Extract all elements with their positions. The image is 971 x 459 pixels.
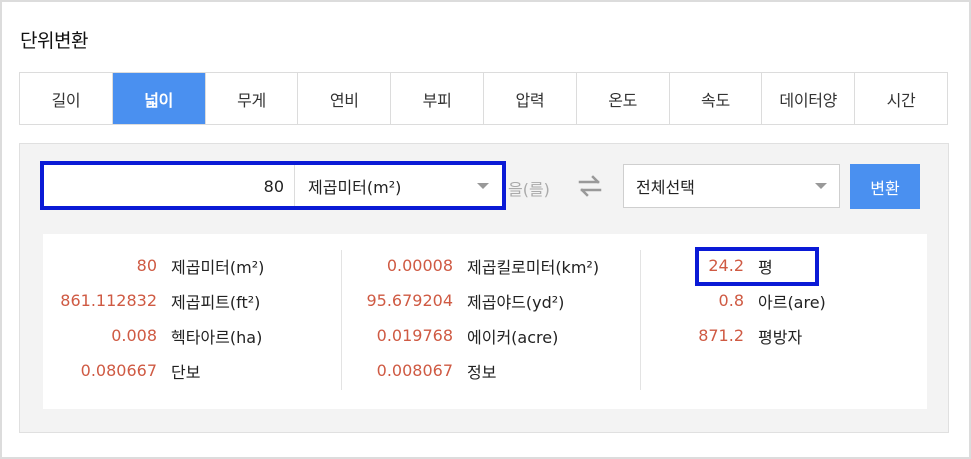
result-unit: 헥타아르(ha) (171, 327, 263, 347)
results-column-1: 80 제곱미터(m²) 861.112832 제곱피트(ft²) 0.008 헥… (43, 248, 341, 388)
tab-speed[interactable]: 속도 (670, 73, 763, 124)
result-value: 861.112832 (60, 291, 157, 310)
tab-area[interactable]: 넓이 (112, 73, 206, 124)
results-column-2: 0.00008 제곱킬로미터(km²) 95.679204 제곱야드(yd²) … (342, 248, 640, 388)
result-row: 95.679204 제곱야드(yd²) (342, 283, 640, 318)
converter-panel: 제곱미터(m²) 을(를) 전체선택 변환 80 제곱미터(m²) 861.11… (19, 143, 949, 433)
result-row: 0.008067 정보 (342, 353, 640, 388)
tab-pressure[interactable]: 압력 (484, 73, 577, 124)
particle-label: 을(를) (508, 180, 550, 199)
tab-weight[interactable]: 무게 (206, 73, 299, 124)
result-value: 871.2 (698, 326, 744, 345)
result-unit: 제곱야드(yd²) (467, 292, 565, 312)
result-unit: 평방자 (758, 327, 803, 347)
result-unit: 제곱피트(ft²) (171, 292, 261, 312)
result-value: 0.080667 (80, 361, 157, 380)
result-row: 0.080667 단보 (43, 353, 341, 388)
result-value: 0.00008 (386, 256, 453, 275)
result-unit: 제곱미터(m²) (171, 257, 265, 277)
tab-fuel-efficiency[interactable]: 연비 (298, 73, 392, 124)
result-unit: 아르(are) (758, 292, 826, 312)
result-row: 861.112832 제곱피트(ft²) (43, 283, 341, 318)
result-value: 0.8 (718, 291, 744, 310)
tab-length[interactable]: 길이 (20, 73, 113, 124)
result-value: 0.008 (111, 326, 157, 345)
page-title: 단위변환 (20, 30, 88, 52)
result-unit: 에이커(acre) (467, 327, 559, 347)
tab-data-size[interactable]: 데이터양 (762, 73, 856, 124)
result-unit: 단보 (171, 362, 201, 382)
target-unit-label: 전체선택 (636, 178, 695, 197)
results-table: 80 제곱미터(m²) 861.112832 제곱피트(ft²) 0.008 헥… (43, 234, 927, 409)
result-unit: 제곱킬로미터(km²) (467, 257, 600, 277)
annotation-highlight-result (695, 247, 819, 286)
result-value: 80 (136, 256, 157, 275)
convert-button[interactable]: 변환 (850, 164, 920, 209)
result-row: 0.00008 제곱킬로미터(km²) (342, 248, 640, 283)
target-unit-select[interactable]: 전체선택 (623, 164, 840, 208)
unit-category-tabs: 길이 넓이 무게 연비 부피 압력 온도 속도 데이터양 시간 (19, 72, 948, 125)
tab-volume[interactable]: 부피 (391, 73, 484, 124)
chevron-down-icon (815, 183, 827, 189)
tab-time[interactable]: 시간 (855, 73, 947, 124)
annotation-highlight-source (40, 161, 506, 210)
result-row: 0.008 헥타아르(ha) (43, 318, 341, 353)
result-value: 0.008067 (376, 361, 453, 380)
result-unit: 정보 (467, 362, 497, 382)
result-row: 871.2 평방자 (641, 318, 927, 353)
result-row: 0.019768 에이커(acre) (342, 318, 640, 353)
swap-arrows-icon[interactable] (576, 174, 604, 198)
tab-temperature[interactable]: 온도 (577, 73, 670, 124)
result-value: 0.019768 (376, 326, 453, 345)
result-row: 80 제곱미터(m²) (43, 248, 341, 283)
result-value: 95.679204 (366, 291, 453, 310)
result-row: 0.8 아르(are) (641, 283, 927, 318)
